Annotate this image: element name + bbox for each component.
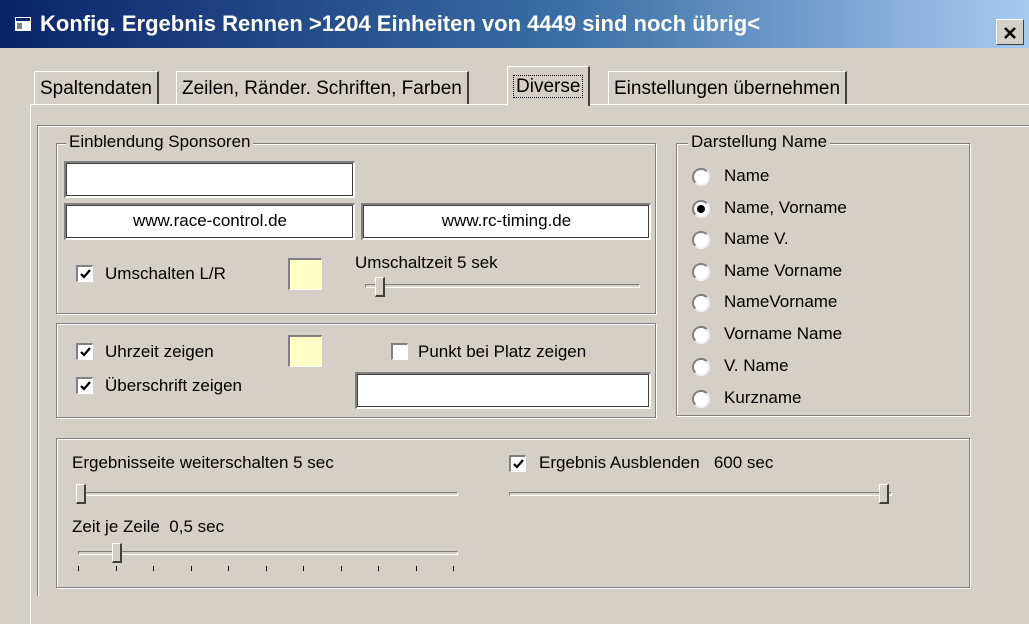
radio-name-space-vorname[interactable] — [692, 263, 710, 281]
group-sponsors-legend: Einblendung Sponsoren — [66, 132, 254, 152]
sponsor-left-field[interactable]: www.race-control.de — [64, 203, 355, 240]
sponsor-right-field[interactable]: www.rc-timing.de — [361, 203, 651, 240]
radio-name-v-label: Name V. — [724, 229, 789, 248]
checkmark-icon — [80, 269, 91, 279]
headline-text-field[interactable] — [355, 372, 651, 409]
hide-result-label: Ergebnis Ausblenden 600 sec — [539, 453, 774, 472]
page-switch-slider-thumb[interactable] — [76, 484, 86, 504]
checkmark-icon — [513, 459, 524, 469]
clock-checkbox[interactable] — [76, 343, 93, 360]
clock-label: Uhrzeit zeigen — [105, 342, 214, 361]
radio-vorname-name[interactable] — [692, 326, 710, 344]
hide-result-slider-thumb[interactable] — [879, 484, 889, 504]
radio-kurzname-label: Kurzname — [724, 388, 802, 407]
title-bar[interactable]: Konfig. Ergebnis Rennen >1204 Einheiten … — [0, 0, 1029, 48]
headline-checkbox[interactable] — [76, 377, 93, 394]
slider-tick — [378, 566, 379, 571]
switch-time-slider-thumb[interactable] — [375, 277, 385, 297]
switch-time-label: Umschaltzeit 5 sek — [355, 253, 498, 272]
slider-tick — [265, 566, 267, 571]
slider-tick — [453, 566, 454, 571]
slider-tick — [78, 566, 79, 571]
radio-namevorname[interactable] — [692, 294, 710, 312]
window-title: Konfig. Ergebnis Rennen >1204 Einheiten … — [40, 11, 761, 36]
radio-vorname-name-label: Vorname Name — [724, 324, 843, 343]
tab-label: Einstellungen übernehmen — [614, 78, 841, 99]
clock-color-swatch[interactable] — [288, 335, 322, 367]
tab-label: Diverse — [513, 75, 584, 98]
radio-name-label: Name — [724, 166, 770, 185]
page-switch-label: Ergebnisseite weiterschalten 5 sec — [72, 453, 334, 472]
switch-lr-label: Umschalten L/R — [105, 264, 226, 283]
time-per-row-label: Zeit je Zeile 0,5 sec — [72, 517, 225, 536]
tab-diverse[interactable]: Diverse — [507, 66, 591, 106]
radio-namevorname-label: NameVorname — [724, 292, 838, 311]
radio-selected-dot — [697, 205, 705, 213]
tab-zeilen-raender[interactable]: Zeilen, Ränder. Schriften, Farben — [176, 71, 469, 104]
radio-name-vorname-comma-label: Name, Vorname — [724, 198, 847, 217]
page-switch-slider-track[interactable] — [78, 492, 458, 496]
switch-time-slider-track[interactable] — [365, 284, 640, 288]
tab-einstellungen-uebernehmen[interactable]: Einstellungen übernehmen — [608, 71, 848, 104]
headline-label: Überschrift zeigen — [105, 376, 243, 395]
tab-label: Zeilen, Ränder. Schriften, Farben — [182, 78, 462, 99]
radio-v-name[interactable] — [692, 358, 710, 376]
checkmark-icon — [80, 347, 91, 357]
hide-result-checkbox[interactable] — [509, 455, 526, 472]
group-name-format-legend: Darstellung Name — [688, 132, 831, 152]
slider-tick — [303, 566, 304, 571]
hide-result-slider-track[interactable] — [509, 492, 892, 496]
window-icon — [15, 17, 31, 31]
tab-spaltendaten[interactable]: Spaltendaten — [34, 71, 159, 104]
radio-name[interactable] — [692, 168, 710, 186]
sponsor-top-field[interactable] — [64, 161, 355, 198]
close-button[interactable] — [996, 19, 1024, 45]
radio-name-vorname-comma[interactable] — [692, 200, 710, 218]
switch-lr-checkbox[interactable] — [76, 265, 93, 282]
slider-tick — [190, 566, 192, 571]
radio-kurzname[interactable] — [692, 390, 710, 408]
radio-v-name-label: V. Name — [724, 356, 789, 375]
tab-label: Spaltendaten — [40, 78, 152, 99]
point-at-place-label: Punkt bei Platz zeigen — [418, 342, 587, 361]
slider-tick — [153, 566, 154, 571]
checkmark-icon — [80, 381, 91, 391]
slider-tick — [228, 566, 229, 571]
sponsor-color-swatch[interactable] — [288, 258, 322, 290]
point-at-place-checkbox[interactable] — [391, 343, 408, 360]
time-per-row-slider-track[interactable] — [78, 551, 458, 555]
close-icon — [1004, 27, 1016, 39]
time-per-row-slider-thumb[interactable] — [112, 543, 122, 563]
slider-tick — [415, 566, 417, 571]
radio-name-space-vorname-label: Name Vorname — [724, 261, 843, 280]
slider-tick — [115, 566, 117, 571]
radio-name-v[interactable] — [692, 231, 710, 249]
slider-tick — [340, 566, 342, 571]
